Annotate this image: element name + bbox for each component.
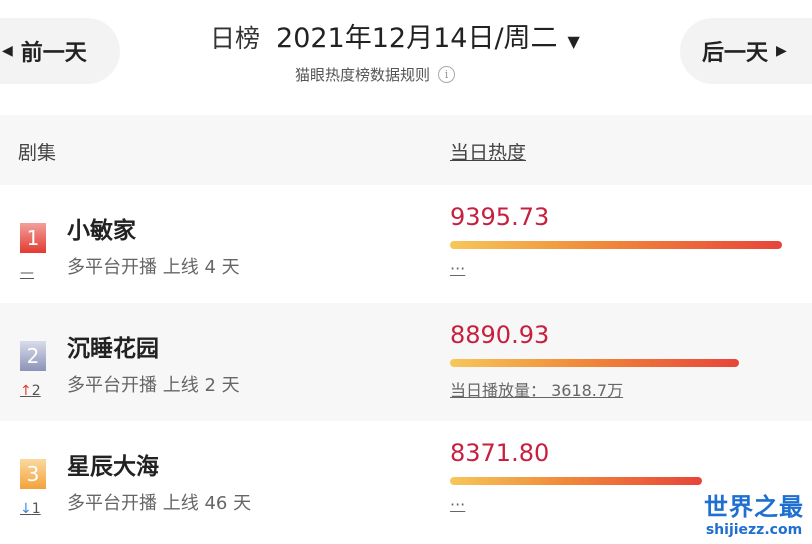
- board-type-label: 日榜: [210, 24, 261, 53]
- next-day-label: 后一天: [702, 41, 769, 66]
- data-rules-link[interactable]: 猫眼热度榜数据规则 i: [295, 64, 456, 85]
- site-watermark: 世界之最 shijiezz.com: [704, 487, 804, 538]
- rank-change: ↓1: [20, 501, 41, 517]
- table-row[interactable]: 1 — 小敏家 多平台开播 上线 4 天 9395.73 ···: [0, 185, 812, 303]
- rank-change-value: 2: [31, 383, 41, 399]
- caret-down-icon: ▼: [567, 32, 580, 51]
- series-subtitle: 多平台开播 上线 46 天: [67, 493, 252, 514]
- series-subtitle: 多平台开播 上线 2 天: [67, 375, 240, 396]
- column-header-series: 剧集: [18, 142, 57, 164]
- rules-label: 猫眼热度榜数据规则: [295, 66, 431, 84]
- arrow-up-icon: ↑: [20, 383, 32, 399]
- next-day-button[interactable]: 后一天 ▶: [680, 18, 812, 84]
- heat-bar: [450, 241, 782, 249]
- more-info[interactable]: ···: [450, 259, 465, 278]
- arrow-down-icon: ↓: [20, 501, 32, 517]
- watermark-logo-text: 世界之最: [704, 493, 804, 521]
- prev-day-label: 前一天: [20, 41, 87, 66]
- heat-bar: [450, 359, 739, 367]
- heat-score: 9395.73: [450, 203, 550, 231]
- more-info[interactable]: ···: [450, 495, 465, 514]
- rank-change: ↑2: [20, 383, 41, 399]
- rank-change-value: —: [20, 265, 34, 281]
- heat-bar: [450, 477, 702, 485]
- caret-right-icon: ▶: [776, 43, 787, 59]
- table-header: 剧集 当日热度: [0, 115, 812, 185]
- date-text: 2021年12月14日/周二: [276, 23, 558, 54]
- prev-day-button[interactable]: ◀ 前一天: [0, 18, 120, 84]
- date-selector[interactable]: 日榜 2021年12月14日/周二 ▼: [210, 16, 580, 55]
- series-title: 沉睡花园: [67, 336, 159, 362]
- rank-change: —: [20, 265, 34, 281]
- heat-score: 8371.80: [450, 439, 550, 467]
- table-row[interactable]: 3 ↓1 星辰大海 多平台开播 上线 46 天 8371.80 ···: [0, 421, 812, 539]
- rank-badge: 1: [20, 223, 46, 253]
- caret-left-icon: ◀: [2, 43, 13, 59]
- info-icon: i: [438, 66, 456, 83]
- rank-badge: 2: [20, 341, 46, 371]
- series-subtitle: 多平台开播 上线 4 天: [67, 257, 240, 278]
- table-row[interactable]: 2 ↑2 沉睡花园 多平台开播 上线 2 天 8890.93 当日播放量： 36…: [0, 303, 812, 421]
- rank-badge: 3: [20, 459, 46, 489]
- daily-plays[interactable]: 当日播放量： 3618.7万: [450, 377, 623, 401]
- rank-change-value: 1: [31, 501, 41, 517]
- series-title: 星辰大海: [67, 454, 159, 480]
- watermark-url: shijiezz.com: [705, 522, 803, 538]
- column-header-heat[interactable]: 当日热度: [450, 138, 526, 165]
- series-title: 小敏家: [67, 218, 136, 244]
- heat-score: 8890.93: [450, 321, 550, 349]
